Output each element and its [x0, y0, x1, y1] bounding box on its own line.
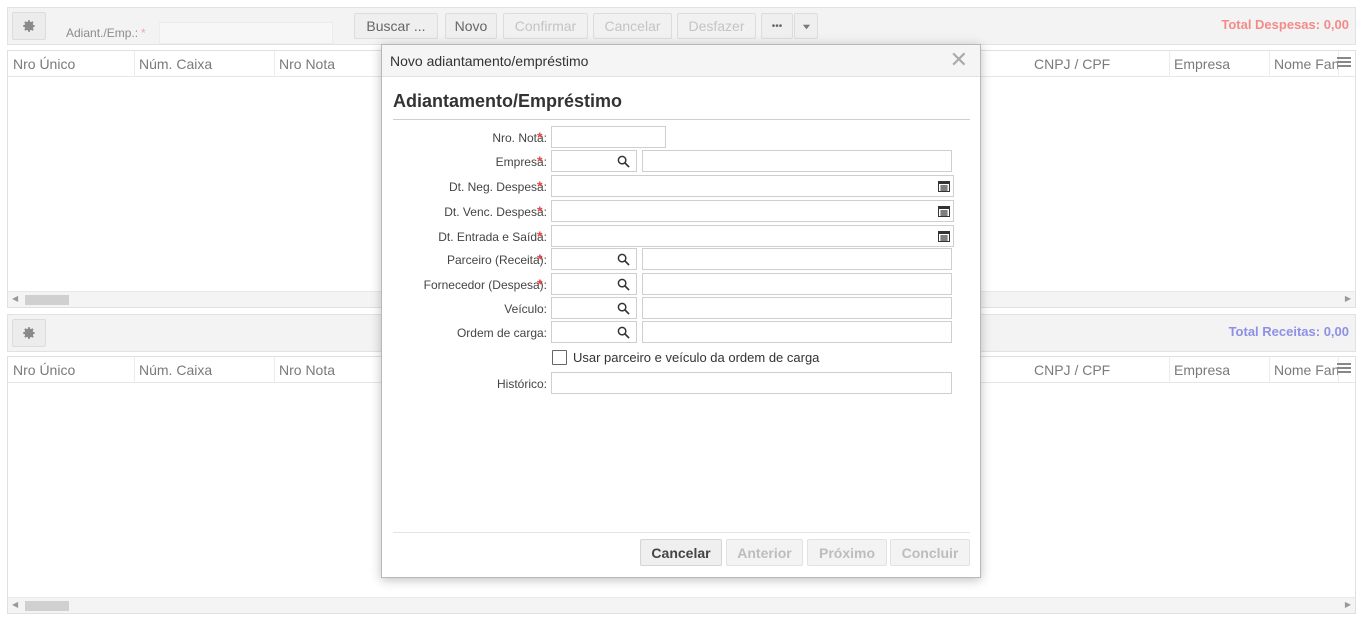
parceiro-description-input[interactable]	[642, 248, 952, 270]
gear-icon	[23, 20, 35, 32]
dt-entrada-saida-input[interactable]	[551, 225, 954, 247]
fornecedor-code-input[interactable]	[551, 273, 637, 295]
adiant-emp-label: Adiant./Emp.: *	[66, 26, 146, 40]
cancelar-toolbar-button[interactable]: Cancelar	[593, 13, 672, 39]
veiculo-code-input[interactable]	[551, 297, 637, 319]
column-cnpj-cpf[interactable]: CNPJ / CPF	[1029, 357, 1170, 383]
close-icon[interactable]: ✕	[950, 49, 968, 71]
fornecedor-description-input[interactable]	[642, 273, 952, 295]
adiant-emp-input[interactable]	[159, 22, 333, 44]
top-toolbar: Adiant./Emp.: * Buscar ... Novo Confirmar…	[7, 7, 1356, 45]
novo-adiantamento-dialog: Novo adiantamento/empréstimo ✕ Adiantame…	[381, 44, 981, 578]
anterior-button[interactable]: Anterior	[726, 539, 803, 566]
column-menu-icon[interactable]	[1337, 363, 1351, 377]
calendar-icon[interactable]	[938, 205, 950, 217]
required-mark: *	[537, 228, 543, 244]
scroll-right-icon[interactable]: ▶	[1345, 294, 1351, 303]
ordem-carga-code-input[interactable]	[551, 321, 637, 343]
scroll-thumb[interactable]	[25, 295, 69, 305]
dialog-title: Novo adiantamento/empréstimo	[390, 53, 589, 69]
column-nro-nota[interactable]: Nro Nota	[274, 51, 384, 77]
proximo-button[interactable]: Próximo	[807, 539, 887, 566]
buscar-button[interactable]: Buscar ...	[354, 13, 438, 39]
total-receitas: Total Receitas: 0,00	[1228, 324, 1349, 339]
empresa-code-input[interactable]	[551, 150, 637, 172]
empresa-description-input[interactable]	[642, 150, 952, 172]
column-empresa[interactable]: Empresa	[1169, 357, 1270, 383]
historico-label: Histórico:	[496, 377, 547, 391]
concluir-button[interactable]: Concluir	[890, 539, 970, 566]
column-nome-fantasia[interactable]: Nome Fantasia	[1269, 357, 1339, 383]
required-mark: *	[537, 153, 543, 169]
dialog-title-bar: Novo adiantamento/empréstimo ✕	[382, 45, 980, 77]
cancelar-button[interactable]: Cancelar	[640, 539, 722, 566]
dt-entrada-label: Dt. Entrada e Saída:	[438, 230, 547, 244]
gear-icon	[23, 327, 35, 339]
fornecedor-label: Fornecedor (Despesa):	[423, 278, 547, 292]
column-nro-nota[interactable]: Nro Nota	[274, 357, 384, 383]
calendar-icon[interactable]	[938, 180, 950, 192]
search-icon[interactable]	[617, 326, 630, 339]
scroll-right-icon[interactable]: ▶	[1345, 600, 1351, 609]
nro-nota-label: Nro. Nota:	[492, 131, 547, 145]
historico-input[interactable]	[551, 372, 952, 394]
usar-parceiro-label[interactable]: Usar parceiro e veículo da ordem de carg…	[573, 350, 819, 365]
usar-parceiro-checkbox[interactable]	[552, 350, 567, 365]
section-title: Adiantamento/Empréstimo	[393, 91, 623, 111]
dropdown-button[interactable]	[794, 13, 818, 39]
search-icon[interactable]	[617, 302, 630, 315]
column-nome-fantasia[interactable]: Nome Fantasia	[1269, 51, 1339, 77]
section-divider	[393, 119, 970, 120]
scroll-left-icon[interactable]: ◀	[12, 294, 18, 303]
dt-venc-despesa-input[interactable]	[551, 200, 954, 222]
ordem-carga-label: Ordem de carga:	[456, 326, 547, 340]
column-num-caixa[interactable]: Núm. Caixa	[134, 357, 275, 383]
required-mark: *	[537, 276, 543, 292]
column-nro-unico[interactable]: Nro Único	[8, 51, 135, 77]
novo-button[interactable]: Novo	[445, 13, 497, 39]
parceiro-label: Parceiro (Receita):	[446, 253, 547, 267]
more-actions-button[interactable]: •••	[761, 13, 793, 39]
settings-button[interactable]	[12, 12, 46, 40]
confirmar-button[interactable]: Confirmar	[503, 13, 588, 39]
chevron-down-icon	[802, 24, 810, 29]
required-mark: *	[537, 129, 543, 145]
app: Adiant./Emp.: * Buscar ... Novo Confirmar…	[0, 0, 1363, 623]
dt-neg-label: Dt. Neg. Despesa:	[448, 180, 547, 194]
scroll-thumb[interactable]	[25, 601, 69, 611]
column-cnpj-cpf[interactable]: CNPJ / CPF	[1029, 51, 1170, 77]
search-icon[interactable]	[617, 155, 630, 168]
column-menu-icon[interactable]	[1337, 57, 1351, 71]
required-mark: *	[537, 178, 543, 194]
parceiro-code-input[interactable]	[551, 248, 637, 270]
calendar-icon[interactable]	[938, 230, 950, 242]
empresa-label: Empresa:	[495, 155, 547, 169]
column-empresa[interactable]: Empresa	[1169, 51, 1270, 77]
dt-neg-despesa-input[interactable]	[551, 175, 954, 197]
column-num-caixa[interactable]: Núm. Caixa	[134, 51, 275, 77]
veiculo-description-input[interactable]	[642, 297, 952, 319]
search-icon[interactable]	[617, 278, 630, 291]
search-icon[interactable]	[617, 253, 630, 266]
footer-divider	[393, 532, 970, 533]
veiculo-label: Veículo:	[504, 302, 547, 316]
required-mark: *	[537, 251, 543, 267]
settings-button-receitas[interactable]	[12, 319, 46, 347]
ordem-carga-description-input[interactable]	[642, 321, 952, 343]
required-mark: *	[537, 203, 543, 219]
horizontal-scrollbar[interactable]: ◀ ▶	[8, 597, 1355, 613]
scroll-left-icon[interactable]: ◀	[12, 600, 18, 609]
column-nro-unico[interactable]: Nro Único	[8, 357, 135, 383]
desfazer-button[interactable]: Desfazer	[677, 13, 756, 39]
nro-nota-input[interactable]	[551, 126, 666, 148]
total-despesas: Total Despesas: 0,00	[1221, 17, 1349, 32]
dt-venc-label: Dt. Venc. Despesa:	[444, 205, 547, 219]
